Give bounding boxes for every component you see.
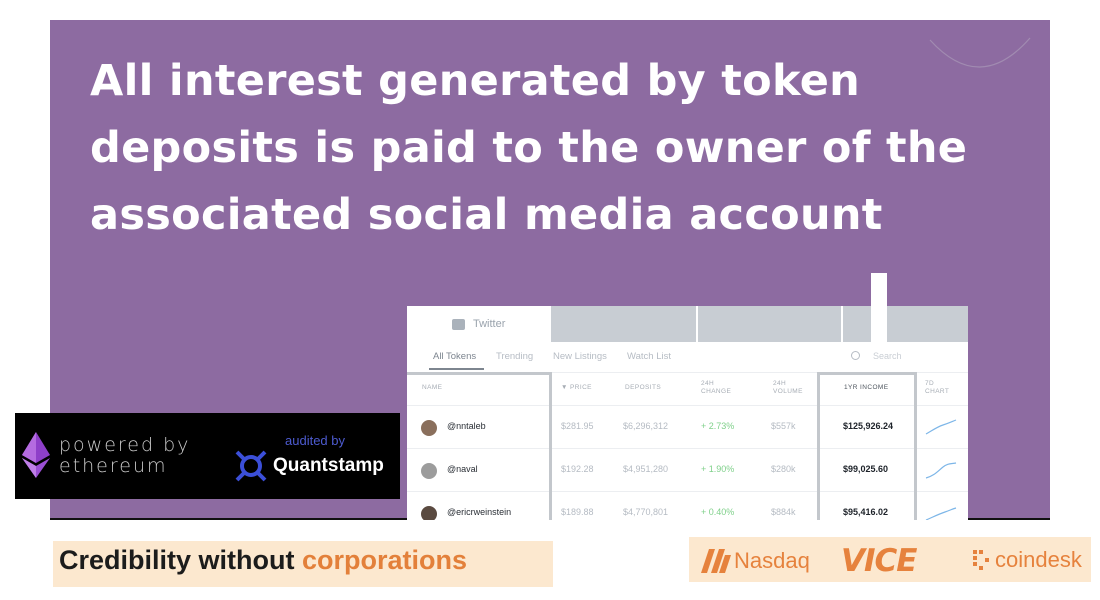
row-price: $189.88: [561, 507, 594, 517]
col-price[interactable]: ▼ PRICE: [561, 384, 592, 392]
tab-twitter-label: Twitter: [473, 318, 506, 330]
vice-logo: VICE: [841, 543, 917, 579]
row-volume: $280k: [771, 464, 796, 474]
row-deposits: $4,951,280: [623, 464, 669, 474]
ethereum-quantstamp-badge: powered by ethereum audited by Quantstam…: [15, 413, 400, 499]
tagline-accent: corporations: [302, 545, 468, 575]
col-24h-volume[interactable]: 24H VOLUME: [773, 380, 803, 396]
tab-divider: [696, 306, 698, 342]
sparkline: [925, 462, 957, 479]
quantstamp-label: Quantstamp: [273, 455, 384, 476]
sparkline: [925, 507, 957, 520]
audited-by-label: audited by: [285, 433, 345, 448]
col-24h-change[interactable]: 24H CHANGE: [701, 380, 731, 396]
headline-line-3: associated social media account: [90, 190, 883, 240]
ethereum-icon: [22, 432, 50, 478]
coindesk-logo-text: coindesk: [995, 547, 1082, 572]
tab-divider: [841, 306, 843, 342]
search-icon[interactable]: [851, 351, 860, 360]
tagline-text: Credibility without: [59, 545, 302, 575]
headline-line-1: All interest generated by token: [90, 56, 861, 106]
nasdaq-logo-text: Nasdaq: [734, 548, 810, 573]
row-deposits: $4,770,801: [623, 507, 669, 517]
row-change: + 0.40%: [701, 507, 735, 517]
nav-all-tokens[interactable]: All Tokens: [433, 351, 476, 362]
coindesk-logo-icon: [973, 550, 989, 570]
ethereum-label: ethereum: [59, 455, 168, 477]
tab-twitter[interactable]: Twitter: [407, 306, 551, 342]
nav-watch-list[interactable]: Watch List: [627, 351, 671, 362]
twitter-icon: [452, 318, 465, 330]
row-price: $281.95: [561, 421, 594, 431]
row-volume: $557k: [771, 421, 796, 431]
powered-by-label: powered by: [59, 434, 191, 456]
col-deposits[interactable]: DEPOSITS: [625, 384, 661, 392]
row-deposits: $6,296,312: [623, 421, 669, 431]
sparkline: [925, 419, 957, 435]
row-change: + 2.73%: [701, 421, 735, 431]
press-logos: Nasdaq VICE coindesk: [689, 537, 1091, 582]
headline-line-2: deposits is paid to the owner of the: [90, 123, 968, 173]
row-change: + 1.90%: [701, 464, 735, 474]
tagline: Credibility without corporations: [59, 545, 467, 576]
quantstamp-icon: [235, 450, 267, 482]
nav-active-indicator: [429, 368, 484, 370]
highlight-marker: [871, 273, 887, 345]
row-price: $192.28: [561, 464, 594, 474]
decorative-arc: [929, 37, 1031, 68]
nasdaq-logo-icon: [701, 549, 731, 573]
income-column-highlight: [817, 372, 917, 520]
nav-trending[interactable]: Trending: [496, 351, 533, 362]
col-7d-chart: 7D CHART: [925, 380, 950, 395]
headline: All interest generated by token deposits…: [90, 48, 1040, 249]
search-input[interactable]: [873, 349, 913, 363]
name-column-highlight: [407, 372, 552, 520]
nav-new-listings[interactable]: New Listings: [553, 351, 607, 362]
powered-by-ethereum: powered by ethereum: [59, 435, 190, 477]
tagline-box: Credibility without corporations: [53, 541, 553, 587]
row-volume: $884k: [771, 507, 796, 517]
